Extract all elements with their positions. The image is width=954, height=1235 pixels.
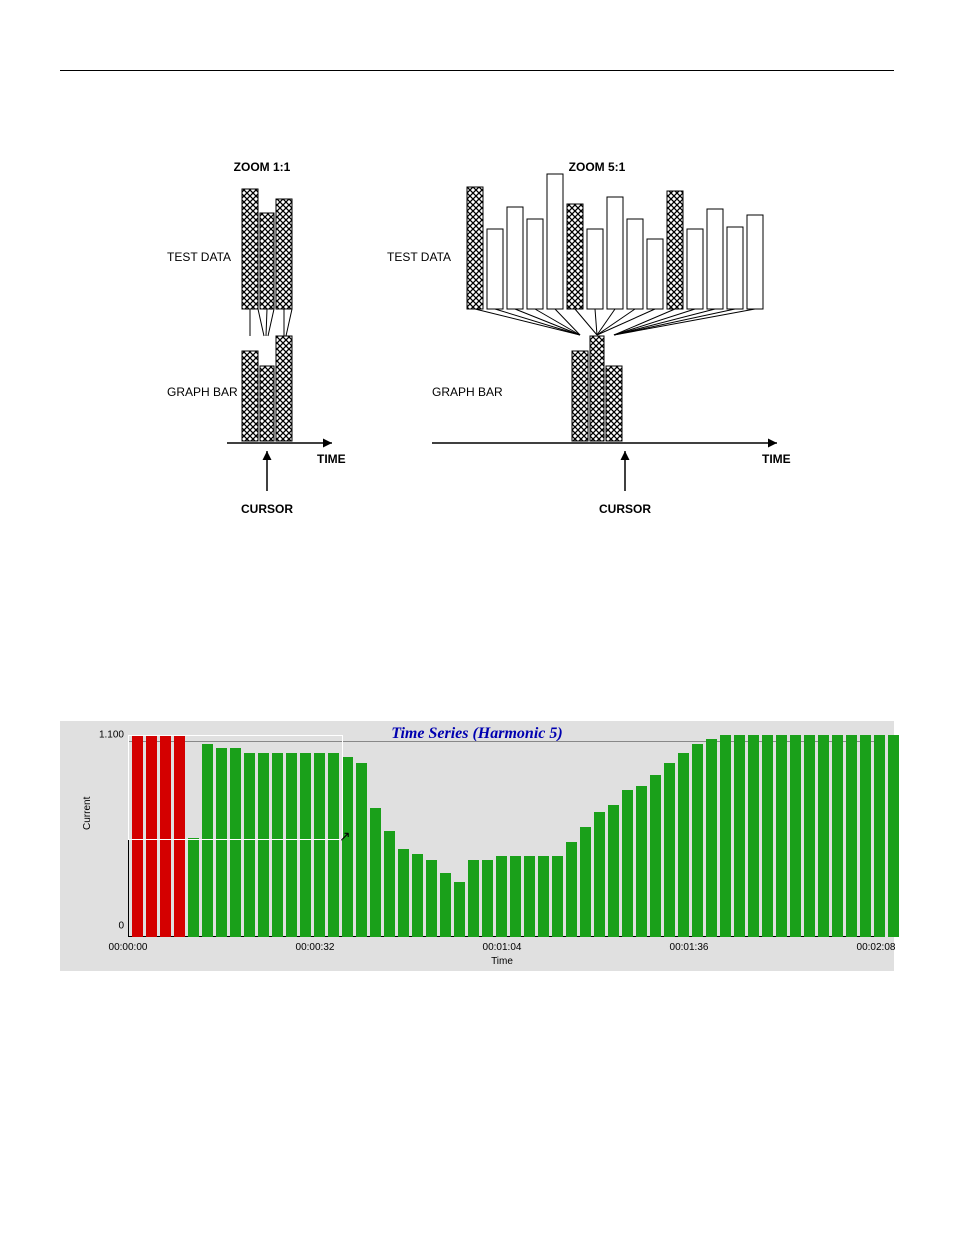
zoom-diagrams: ZOOM 1:1 TEST DATA GRAPH BAR TIME CURSOR [60,151,894,551]
chart-bar [496,856,507,937]
chart-bar [790,735,801,937]
chart-bar [594,812,605,937]
x-tick: 00:01:36 [670,942,709,953]
chart-bar [692,744,703,937]
chart-bar [454,882,465,937]
chart-bar [314,753,325,937]
chart-bar [650,775,661,937]
zoom-title-left: ZOOM 1:1 [234,160,291,174]
x-tick: 00:02:08 [857,942,896,953]
test-data-label-left: TEST DATA [167,250,231,264]
time-label-right: TIME [762,452,791,466]
chart-bar [762,735,773,937]
chart-bar [188,838,199,937]
chart-bar [244,753,255,937]
chart-bar [412,854,423,937]
chart-bar [874,735,885,937]
chart-bar [776,735,787,937]
chart-bar [734,735,745,937]
chart-bar [622,790,633,937]
chart-bar [580,827,591,937]
chart-bar [888,735,899,937]
diagram-zoom-1-1: ZOOM 1:1 TEST DATA GRAPH BAR TIME CURSOR [157,151,357,551]
chart-bars [128,735,876,937]
chart-bar [482,860,493,937]
y-axis-label: Current [82,797,93,830]
chart-bar [174,735,185,937]
chart-bar [258,753,269,937]
y-tick: 0 [118,921,128,932]
chart-bar [804,735,815,937]
chart-bar [832,735,843,937]
top-rule [60,70,894,71]
x-tick: 00:00:32 [296,942,335,953]
chart-bar [566,842,577,937]
y-tick: 1.100 [99,730,128,741]
chart-bar [230,748,241,937]
chart-bar [440,873,451,937]
chart-bar [552,856,563,937]
chart-bar [202,744,213,937]
chart-bar [608,805,619,937]
chart-bar [216,748,227,937]
chart-bar [510,856,521,937]
chart-bar [636,786,647,937]
diagram-zoom-5-1: ZOOM 5:1 TEST DATA GRAPH BAR TIME CURSOR [377,151,797,551]
chart-bar [426,860,437,937]
graph-bar-label-left: GRAPH BAR [167,385,238,399]
chart-bar [132,735,143,937]
chart-bar [286,753,297,937]
x-tick: 00:00:00 [109,942,148,953]
chart-bar [398,849,409,937]
chart-bar [706,739,717,937]
chart-bar [538,856,549,937]
chart-bar [846,735,857,937]
cursor-label-left: CURSOR [241,502,293,516]
chart-bar [678,753,689,937]
chart-bar [328,753,339,937]
chart-bar [300,753,311,937]
time-series-chart: Time Series (Harmonic 5) Current Time ↖ … [60,721,894,971]
chart-bar [160,735,171,937]
test-data-label-right: TEST DATA [387,250,451,264]
x-axis-label: Time [128,956,876,967]
chart-bar [860,735,871,937]
chart-bar [342,757,353,937]
chart-bar [370,808,381,937]
graph-bar-label-right: GRAPH BAR [432,385,503,399]
chart-bar [524,856,535,937]
chart-bar [384,831,395,938]
chart-bar [748,735,759,937]
cursor-label-right: CURSOR [599,502,651,516]
time-label-left: TIME [317,452,346,466]
chart-bar [720,735,731,937]
zoom-title-right: ZOOM 5:1 [569,160,626,174]
chart-bar [664,763,675,937]
chart-bar [356,763,367,937]
chart-bar [146,735,157,937]
chart-plot-area[interactable]: Current Time ↖ 0 1.100 00:00:0000:00:320… [128,735,876,965]
x-tick: 00:01:04 [483,942,522,953]
chart-bar [818,735,829,937]
chart-bar [468,860,479,937]
chart-bar [272,753,283,937]
